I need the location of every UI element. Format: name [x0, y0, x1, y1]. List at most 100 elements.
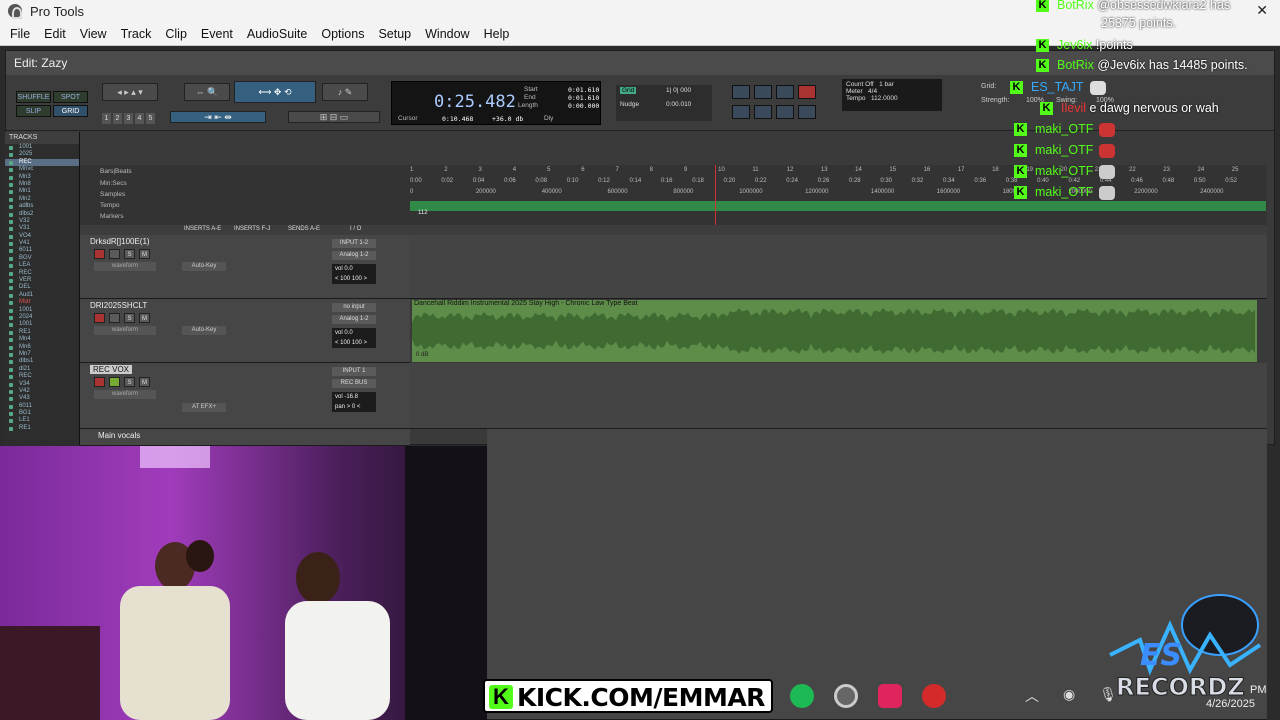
solo-button[interactable]: S — [124, 377, 135, 387]
track-view-selector[interactable]: waveform — [94, 262, 156, 271]
edit-options[interactable]: ⇥ ⇤ ⇹ — [170, 111, 266, 123]
zoom-preset[interactable]: 2 — [113, 113, 122, 124]
end-value[interactable]: 0:01.610 — [568, 94, 599, 102]
track-list-item[interactable]: V31 — [5, 225, 79, 232]
record-arm-button[interactable] — [94, 249, 105, 259]
tiktok-icon[interactable] — [878, 684, 902, 708]
end-icon[interactable] — [798, 105, 816, 119]
link-options[interactable]: ⊞ ⊟ ▭ — [288, 111, 380, 123]
zoom-preset[interactable]: 1 — [102, 113, 111, 124]
zoom-preset[interactable]: 5 — [146, 113, 155, 124]
track-name[interactable]: DRI2025SHCLT — [90, 301, 147, 310]
pan-right[interactable]: 100 > — [352, 340, 367, 346]
output-selector[interactable]: REC BUS — [332, 379, 376, 388]
input-selector[interactable]: INPUT 1-2 — [332, 239, 376, 248]
dly-label[interactable]: Dly — [544, 115, 553, 122]
record-arm-button[interactable] — [94, 377, 105, 387]
menu-view[interactable]: View — [80, 27, 107, 41]
start-value[interactable]: 0:01.610 — [568, 86, 599, 94]
track-list-item[interactable]: Mn1 — [5, 188, 79, 195]
track-list-item[interactable]: BGV — [5, 255, 79, 262]
mode-grid[interactable]: GRID — [53, 105, 88, 117]
volume-pan[interactable]: vol 0.0 < 100 100 > — [332, 264, 376, 284]
rewind-icon[interactable] — [732, 105, 750, 119]
network-icon[interactable]: ◉ — [1063, 686, 1075, 706]
input-selector[interactable]: INPUT 1 — [332, 367, 376, 376]
track-row[interactable]: DRI2025SHCLT SM waveform Auto-Key no inp… — [80, 299, 410, 363]
menu-clip[interactable]: Clip — [165, 27, 187, 41]
track-list-item[interactable]: REC — [5, 373, 79, 380]
vol-value[interactable]: -16.8 — [344, 394, 358, 400]
chevron-up-icon[interactable]: ︿ — [1025, 686, 1039, 706]
mode-shuffle[interactable]: SHUFFLE — [16, 91, 51, 103]
track-list-item[interactable]: 6011 — [5, 403, 79, 410]
pan-right[interactable]: 100 > — [352, 276, 367, 282]
tempo-value[interactable]: 112.0000 — [871, 95, 898, 102]
track-lane[interactable] — [410, 235, 1267, 299]
track-list-item[interactable]: 1001 — [5, 307, 79, 314]
meter-value[interactable]: 4/4 — [868, 88, 877, 95]
input-monitor-button[interactable] — [109, 313, 120, 323]
track-list-item[interactable]: Mn4 — [5, 336, 79, 343]
nudge-label[interactable]: Nudge — [620, 101, 639, 108]
mode-spot[interactable]: SPOT — [53, 91, 88, 103]
track-list-item[interactable]: 1001 — [5, 144, 79, 151]
output-selector[interactable]: Analog 1-2 — [332, 315, 376, 324]
back-icon[interactable] — [754, 105, 772, 119]
count-off[interactable]: Count Off — [846, 81, 874, 88]
mute-button[interactable]: M — [139, 313, 150, 323]
track-list-item[interactable]: Aud1 — [5, 292, 79, 299]
menu-file[interactable]: File — [10, 27, 30, 41]
track-list-item[interactable]: V41 — [5, 240, 79, 247]
playhead[interactable] — [715, 165, 716, 225]
track-list-item[interactable]: BG1 — [5, 410, 79, 417]
track-list-item[interactable]: DEL — [5, 284, 79, 291]
trim-select-grab-tools[interactable]: ⟷ ✥ ⟲ — [234, 81, 316, 103]
counter-main[interactable]: 0:25.482 — [434, 92, 516, 112]
track-name[interactable]: REC VOX — [90, 365, 133, 374]
track-list-item[interactable]: Mn7 — [5, 351, 79, 358]
input-monitor-button[interactable] — [109, 377, 120, 387]
track-list-item[interactable]: Mn6 — [5, 344, 79, 351]
track-list-item[interactable]: 1001 — [5, 321, 79, 328]
track-list-item[interactable]: V32 — [5, 218, 79, 225]
pencil-tool-icon[interactable]: ♪ ✎ — [322, 83, 368, 101]
zoom-preset[interactable]: 3 — [124, 113, 133, 124]
zoom-tool-icon[interactable]: ⇔ 🔍 — [184, 83, 230, 101]
audio-clip[interactable]: Dancehall Riddim Instrumental 2025 Stay … — [412, 300, 1257, 362]
menu-track[interactable]: Track — [121, 27, 152, 41]
length-value[interactable]: 0:00.000 — [568, 102, 599, 110]
nudge-value[interactable]: 0:00.010 — [666, 101, 691, 108]
track-row[interactable]: REC VOX SM waveform AT EFX+ INPUT 1 REC … — [80, 363, 410, 429]
stop-icon[interactable] — [754, 85, 772, 99]
track-lane[interactable] — [410, 363, 1267, 429]
pan-left[interactable]: < 100 — [335, 276, 350, 282]
track-list-item[interactable]: LEA — [5, 262, 79, 269]
zoom-preset[interactable]: 4 — [135, 113, 144, 124]
insert-slot[interactable]: Auto-Key — [182, 326, 226, 335]
insert-slot[interactable]: Auto-Key — [182, 262, 226, 271]
track-list-item[interactable]: RE1 — [5, 425, 79, 432]
track-list-item[interactable]: Mn3 — [5, 174, 79, 181]
menu-audiosuite[interactable]: AudioSuite — [247, 27, 307, 41]
zoom-controls[interactable]: ◂ ▸ ▴ ▾ — [102, 83, 158, 101]
pan-value[interactable]: > 0 < — [347, 404, 361, 410]
input-monitor-button[interactable] — [109, 249, 120, 259]
track-name[interactable]: DrksdR[]100E(1) — [90, 237, 150, 246]
solo-button[interactable]: S — [124, 249, 135, 259]
track-list-item[interactable]: RE1 — [5, 329, 79, 336]
loop-icon[interactable] — [732, 85, 750, 99]
track-list-item[interactable]: REC — [5, 158, 79, 167]
track-list-item[interactable]: Mn2 — [5, 196, 79, 203]
menu-help[interactable]: Help — [484, 27, 510, 41]
volume-pan[interactable]: vol -16.8 pan > 0 < — [332, 392, 376, 412]
track-list-item[interactable]: 6011 — [5, 247, 79, 254]
mode-slip[interactable]: SLIP — [16, 105, 51, 117]
menu-setup[interactable]: Setup — [378, 27, 411, 41]
track-row[interactable]: Main vocals — [80, 429, 410, 446]
input-selector[interactable]: no input — [332, 303, 376, 312]
menu-event[interactable]: Event — [201, 27, 233, 41]
menu-options[interactable]: Options — [321, 27, 364, 41]
track-list-item[interactable]: dlbs2 — [5, 211, 79, 218]
track-name[interactable]: Main vocals — [98, 431, 140, 440]
